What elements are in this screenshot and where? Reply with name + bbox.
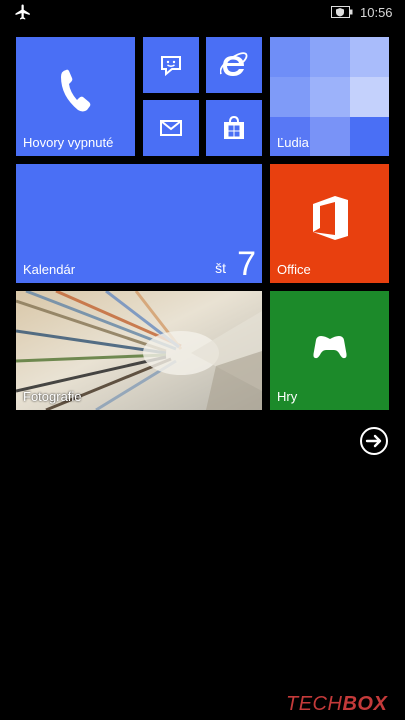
messaging-tile[interactable] (143, 37, 199, 93)
phone-tile[interactable]: Hovory vypnuté (16, 37, 135, 156)
airplane-mode-icon (15, 4, 30, 20)
xbox-controller-icon (312, 335, 347, 359)
games-tile[interactable]: Hry (270, 291, 389, 410)
people-tile-label: Ľudia (277, 135, 309, 150)
people-tile[interactable]: Ľudia (270, 37, 389, 156)
calendar-tile-label: Kalendár (23, 262, 76, 277)
phone-icon (60, 69, 90, 112)
watermark-part-tech: TECH (286, 693, 343, 715)
photos-tile[interactable]: Fotografie (16, 291, 262, 410)
clock: 10:56 (360, 5, 393, 20)
calendar-date: 7 (237, 245, 256, 283)
internet-explorer-icon (220, 52, 248, 76)
calendar-weekday: št (215, 260, 226, 276)
office-icon (312, 195, 348, 240)
techbox-watermark: TECHBOX (286, 693, 387, 716)
arrow-right-circle-icon[interactable] (359, 426, 389, 456)
photos-tile-label: Fotografie (23, 389, 82, 404)
office-tile[interactable]: Office (270, 164, 389, 283)
store-icon (224, 116, 244, 139)
mail-icon (160, 120, 182, 136)
internet-explorer-tile[interactable] (206, 37, 262, 93)
status-bar: 10:56 (0, 0, 405, 24)
office-tile-label: Office (277, 262, 311, 277)
messaging-icon (161, 56, 181, 76)
mail-tile[interactable] (143, 100, 199, 156)
calendar-tile[interactable]: Kalendár št 7 (16, 164, 262, 283)
games-tile-label: Hry (277, 389, 298, 404)
watermark-part-box: BOX (342, 693, 388, 715)
phone-tile-label: Hovory vypnuté (23, 135, 114, 150)
battery-saver-icon (331, 6, 353, 18)
store-tile[interactable] (206, 100, 262, 156)
